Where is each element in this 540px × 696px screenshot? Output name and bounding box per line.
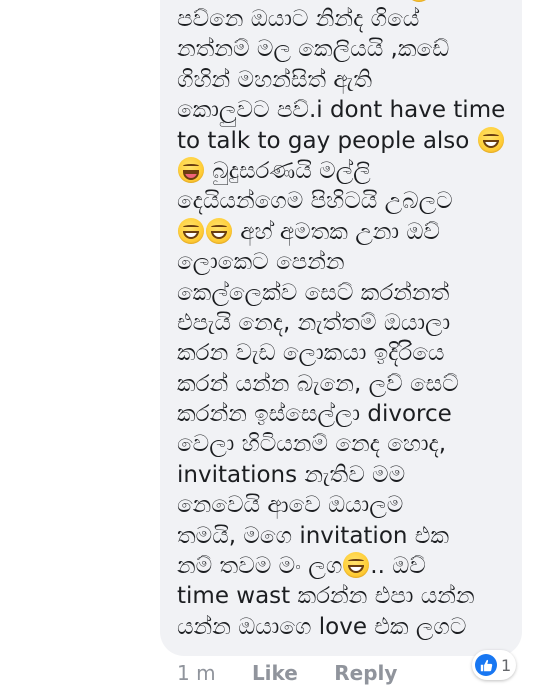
comment-line: කොලුවට පව්.i dont have time bbox=[177, 97, 506, 124]
comment-line: to talk to gay people also bbox=[177, 126, 506, 156]
comment-line: ලොකෙට පෙන්න bbox=[177, 249, 345, 276]
laughing-emoji-icon bbox=[343, 552, 370, 579]
laughing-emoji-icon bbox=[206, 217, 232, 244]
comment-line: බුදුසරණයි මල්ලි bbox=[177, 156, 506, 186]
comment-bubble: පව්නෙ ඔයාට නින්ද ගියේ නත්නම් මල කෙලියයි … bbox=[160, 0, 522, 656]
laughing-emoji-icon bbox=[178, 217, 204, 244]
comment-line: නෙවෙයි ආවෙ ඔයාලම bbox=[177, 492, 404, 519]
comment-line: අහ් අමතක උනා ඔව් bbox=[177, 217, 506, 247]
like-icon bbox=[475, 654, 497, 676]
comment-text: පව්නෙ ඔයාට නින්ද ගියේ නත්නම් මල කෙලියයි … bbox=[177, 4, 506, 642]
comment-line-text: .. ඔව් bbox=[370, 553, 426, 580]
comment-line-text: අහ් අමතක උනා ඔව් bbox=[233, 218, 440, 245]
comment-line: ගිහින් මහන්සිත් ඇති bbox=[177, 66, 373, 93]
comment-line-text: to talk to gay people also bbox=[177, 127, 470, 154]
comment-line: වෙලා හිටියනම් නෙද හොද, bbox=[177, 431, 447, 458]
comment-line: time wast කරන්න එපා යන්න bbox=[177, 583, 475, 610]
reaction-summary[interactable]: 1 bbox=[472, 650, 516, 680]
laughing-emoji-icon bbox=[406, 0, 432, 2]
comment-line: යන්න ඔයාගෙ love එක ලගට bbox=[177, 613, 467, 640]
thumbs-up-icon bbox=[480, 659, 492, 671]
comment-line: එපැයි නෙද, නැත්තම් ඔයාලා bbox=[177, 309, 451, 336]
laughing-emoji-icon bbox=[477, 126, 504, 153]
comment-line: කෙල්ලෙක්ව සෙට් කරන්නත් bbox=[177, 279, 450, 306]
comment-line-text: නම් තවම මං ලග bbox=[177, 553, 343, 580]
comment-line: කරන්න ඉස්සෙල්ලා divorce bbox=[177, 401, 452, 428]
comment-line: පව්නෙ ඔයාට නින්ද ගියේ bbox=[177, 6, 420, 32]
comment-line: invitations නැතිව මම bbox=[177, 461, 406, 488]
comment-line: නත්නම් මල කෙලියයි ,කඩේ bbox=[177, 36, 450, 63]
comment-line: කරන වැඩ ලොකයා ඉදිරියෙ bbox=[177, 340, 445, 367]
like-link[interactable]: Like bbox=[252, 661, 298, 685]
comment-timestamp[interactable]: 1 m bbox=[177, 661, 216, 685]
winking-tongue-emoji-icon bbox=[178, 156, 204, 183]
reaction-count: 1 bbox=[501, 655, 512, 675]
reply-link[interactable]: Reply bbox=[334, 661, 397, 685]
comment-line: තමයි, මගෙ invitation එක bbox=[177, 522, 450, 549]
comment-line: නම් තවම මං ලග .. ඔව් bbox=[177, 551, 506, 581]
comment-meta-row: 1 m Like Reply bbox=[177, 660, 427, 686]
comment-line: කරන් යන්න බැනෙ, ලව් සෙට් bbox=[177, 370, 459, 397]
comment-line: දෙයියන්ගෙම පිහිටයි උබලට bbox=[177, 188, 453, 215]
comment-line-text: බුදුසරණයි මල්ලි bbox=[205, 157, 371, 184]
